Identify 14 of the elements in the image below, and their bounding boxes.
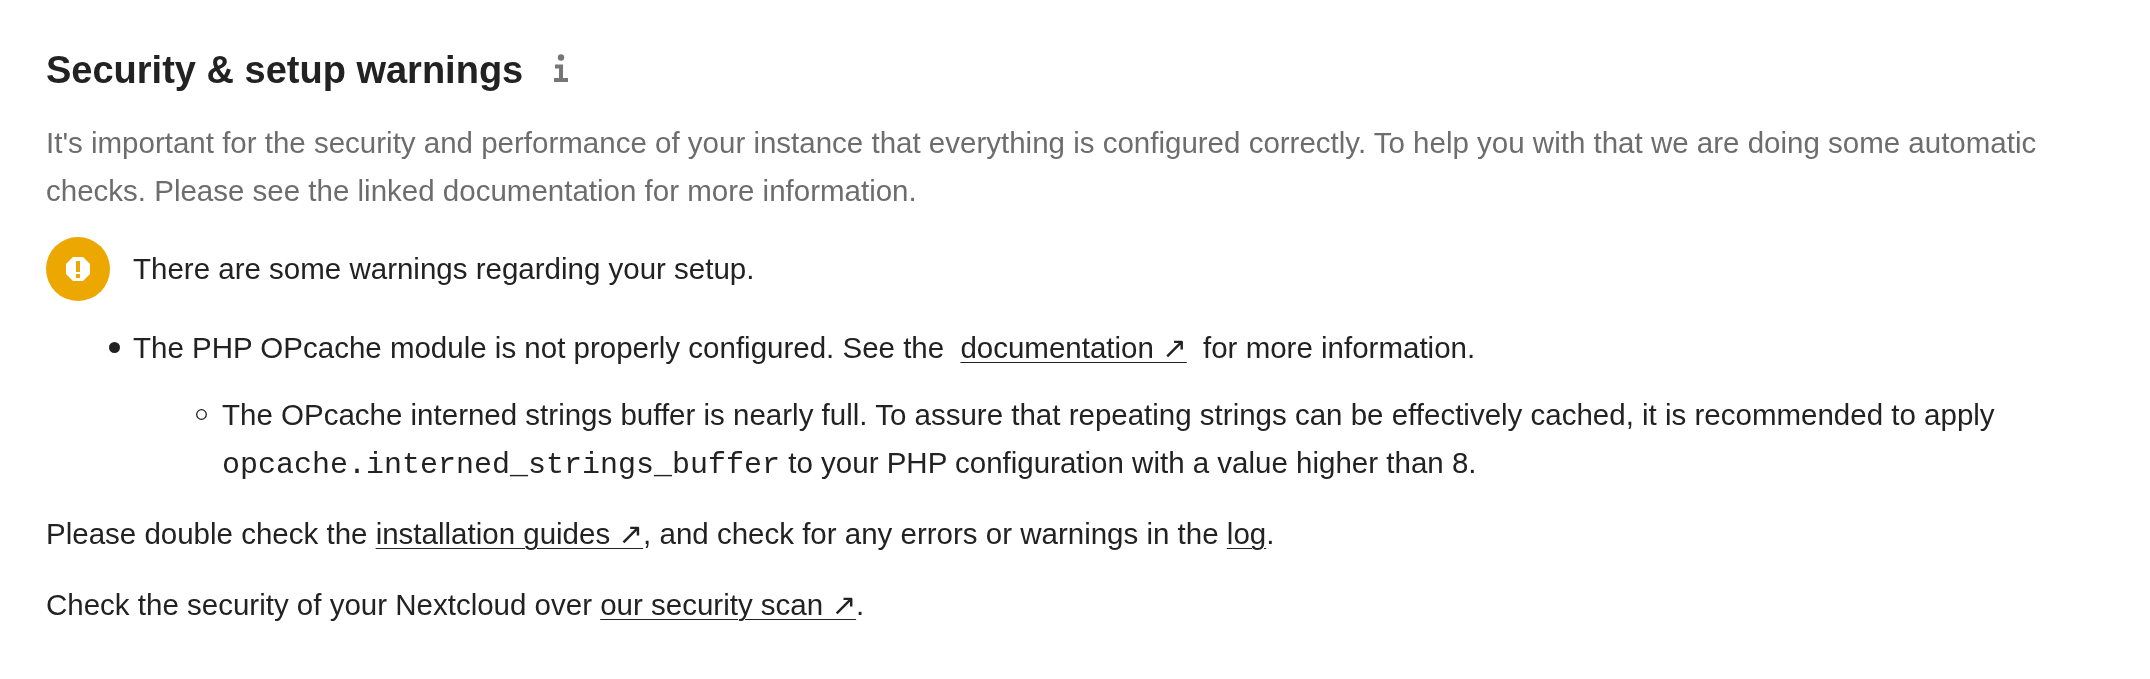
inline-link[interactable]: our security scan ↗ <box>600 588 857 621</box>
section-title: Security & setup warnings <box>46 48 524 93</box>
inline-link[interactable]: log <box>1226 517 1267 550</box>
warning-text: The OPcache interned strings buffer is nearly full. To assure that repeating strings can be effectively cached, it is recommended to apply opcache.interned_strings_buffer to your PHP configuration with a value higher than 8. <box>222 397 1996 484</box>
inline-link[interactable]: installation guides ↗ <box>375 517 644 550</box>
status-message: There are some warnings regarding your setup. <box>133 251 755 287</box>
info-icon[interactable] <box>553 54 570 82</box>
bullet-icon <box>109 342 120 353</box>
inline-link[interactable]: documentation ↗ <box>960 331 1187 364</box>
bullet-icon <box>196 409 207 420</box>
intro-text: It's important for the security and performance of your instance that everything is configured correctly. To help you with that we are doing some automatic checks. Please see the linked documentation for more information. <box>46 125 2038 209</box>
footer-text: Please double check the installation guides ↗, and check for any errors or warnings in the log. <box>46 516 1276 552</box>
warning-text: The PHP OPcache module is not properly configured. See the documentation ↗ for more information. <box>133 330 1476 366</box>
footer-text: Check the security of your Nextcloud over our security scan ↗. <box>46 587 866 623</box>
